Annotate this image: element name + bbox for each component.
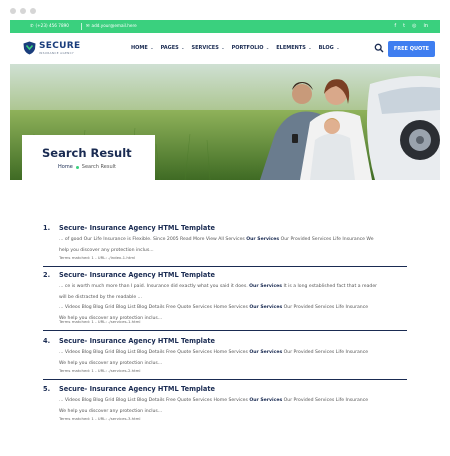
nav-blog-label: BLOG xyxy=(318,45,334,51)
chevron-down-icon: ⌄ xyxy=(334,45,340,50)
main-nav: HOME ⌄ PAGES ⌄ SERVICES ⌄ PORTFOLIO ⌄ EL… xyxy=(131,45,340,51)
linkedin-icon[interactable]: in xyxy=(423,22,428,30)
result-title[interactable]: 1. Secure- Insurance Agency HTML Templat… xyxy=(43,224,215,232)
result-excerpt: ... of good Our Life Insurance is Flexib… xyxy=(59,235,407,256)
chevron-down-icon: ⌄ xyxy=(219,45,225,50)
breadcrumb-separator xyxy=(75,165,79,169)
nav-portfolio-label: PORTFOLIO xyxy=(231,45,264,51)
phone-contact[interactable]: ✆ (+23) 456 7890 xyxy=(30,23,69,28)
email-icon: ✉ xyxy=(86,23,90,28)
free-quote-button[interactable]: FREE QUOTE xyxy=(388,41,435,57)
site-header: SECURE INSURANCE AGENCY HOME ⌄ PAGES ⌄ S… xyxy=(10,33,440,64)
nav-portfolio[interactable]: PORTFOLIO ⌄ xyxy=(232,45,270,51)
contact-divider xyxy=(81,23,82,30)
result-meta[interactable]: Terms matched: 1 - URL: ./services-1.htm… xyxy=(59,319,141,324)
excerpt-line: ... ce is worth much more than I paid. I… xyxy=(59,284,378,289)
nav-services-label: SERVICES xyxy=(191,45,219,51)
result-divider xyxy=(43,379,407,380)
chevron-down-icon: ⌄ xyxy=(306,45,312,50)
excerpt-line: ... of good Our Life Insurance is Flexib… xyxy=(59,237,374,242)
nav-pages-label: PAGES xyxy=(160,45,179,51)
matched-term: Our Services xyxy=(249,350,283,355)
result-title-text: Secure- Insurance Agency HTML Template xyxy=(59,385,216,393)
result-meta[interactable]: Terms matched: 1 - URL: ./services-2.htm… xyxy=(59,368,141,373)
window-dot xyxy=(10,8,16,14)
chevron-down-icon: ⌄ xyxy=(148,45,154,50)
result-title[interactable]: 5. Secure- Insurance Agency HTML Templat… xyxy=(43,385,215,393)
breadcrumb: Home Search Result xyxy=(58,164,116,170)
result-number: 2. xyxy=(43,271,51,279)
result-divider xyxy=(43,266,407,267)
facebook-icon[interactable]: f xyxy=(394,22,396,30)
twitter-icon[interactable]: t xyxy=(403,22,405,30)
chevron-down-icon: ⌄ xyxy=(179,45,185,50)
chevron-down-icon: ⌄ xyxy=(264,45,270,50)
result-title-text: Secure- Insurance Agency HTML Template xyxy=(59,224,216,232)
phone-icon: ✆ xyxy=(30,23,34,28)
result-excerpt: ... ce is worth much more than I paid. I… xyxy=(59,282,407,324)
matched-term: Our Services xyxy=(249,284,283,289)
page-title-box: Search Result Home Search Result xyxy=(22,135,155,180)
excerpt-line: ... Videos Blog Blog Grid Blog List Blog… xyxy=(59,398,369,403)
phone-number: (+23) 456 7890 xyxy=(35,23,69,28)
breadcrumb-current: Search Result xyxy=(81,164,116,170)
page-title: Search Result xyxy=(42,146,132,160)
nav-pages[interactable]: PAGES ⌄ xyxy=(161,45,185,51)
instagram-icon[interactable]: ◎ xyxy=(412,22,416,30)
email-address: add.your@email.here xyxy=(91,23,137,28)
result-divider xyxy=(43,330,407,331)
logo-name[interactable]: SECURE xyxy=(39,41,80,51)
social-links: f t ◎ in xyxy=(394,22,428,30)
window-dot xyxy=(20,8,26,14)
top-contact-bar: ✆ (+23) 456 7890 ✉ add.your@email.here f… xyxy=(10,20,440,33)
excerpt-line: ... Videos Blog Blog Grid Blog List Blog… xyxy=(59,350,369,355)
result-number: 5. xyxy=(43,385,51,393)
result-meta[interactable]: Terms matched: 1 - URL: ./services-3.htm… xyxy=(59,416,141,421)
logo-tagline: INSURANCE AGENCY xyxy=(39,51,75,55)
nav-home[interactable]: HOME ⌄ xyxy=(131,45,154,51)
result-title-text: Secure- Insurance Agency HTML Template xyxy=(59,337,216,345)
result-excerpt: ... Videos Blog Blog Grid Blog List Blog… xyxy=(59,348,407,369)
result-title-text: Secure- Insurance Agency HTML Template xyxy=(59,271,216,279)
result-number: 4. xyxy=(43,337,51,345)
result-number: 1. xyxy=(43,224,51,232)
excerpt-line: will be distracted by the readable ... xyxy=(59,294,142,300)
shield-logo-icon[interactable] xyxy=(23,41,36,55)
email-contact[interactable]: ✉ add.your@email.here xyxy=(86,23,137,28)
search-icon[interactable] xyxy=(374,43,384,53)
nav-elements-label: ELEMENTS xyxy=(276,45,306,51)
excerpt-line: ... Videos Blog Blog Grid Blog List Blog… xyxy=(59,305,369,310)
result-excerpt: ... Videos Blog Blog Grid Blog List Blog… xyxy=(59,396,407,417)
matched-term: Our Services xyxy=(246,237,280,242)
window-chrome xyxy=(0,0,450,22)
window-dot xyxy=(30,8,36,14)
nav-home-label: HOME xyxy=(131,45,148,51)
nav-services[interactable]: SERVICES ⌄ xyxy=(192,45,225,51)
result-title[interactable]: 4. Secure- Insurance Agency HTML Templat… xyxy=(43,337,215,345)
breadcrumb-home[interactable]: Home xyxy=(58,164,73,170)
nav-elements[interactable]: ELEMENTS ⌄ xyxy=(276,45,311,51)
result-title[interactable]: 2. Secure- Insurance Agency HTML Templat… xyxy=(43,271,215,279)
matched-term: Our Services xyxy=(249,305,283,310)
result-meta[interactable]: Terms matched: 1 - URL: ./index-1.html xyxy=(59,255,135,260)
matched-term: Our Services xyxy=(249,398,283,403)
nav-blog[interactable]: BLOG ⌄ xyxy=(319,45,340,51)
